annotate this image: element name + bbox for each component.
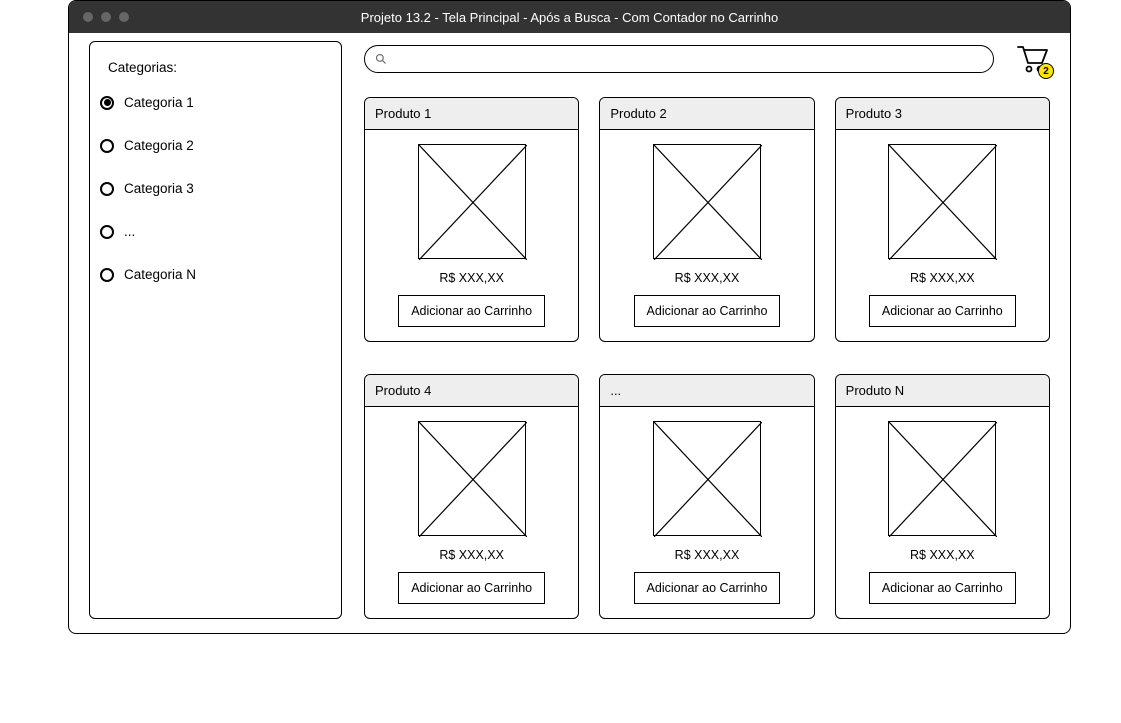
product-price: R$ XXX,XX [439, 548, 504, 562]
categories-sidebar: Categorias: Categoria 1 Categoria 2 Cate… [89, 41, 342, 619]
add-to-cart-button[interactable]: Adicionar ao Carrinho [634, 295, 781, 327]
product-name: Produto 4 [365, 375, 578, 407]
product-price: R$ XXX,XX [439, 271, 504, 285]
sidebar-title: Categorias: [108, 60, 331, 75]
radio-icon [100, 96, 114, 110]
category-label: Categoria N [124, 267, 196, 282]
product-price: R$ XXX,XX [910, 271, 975, 285]
product-image-placeholder [418, 144, 526, 259]
close-window-button[interactable] [83, 12, 93, 22]
product-grid-row-2: Produto 4 R$ XXX,XX Adicionar ao Carrinh… [364, 374, 1050, 619]
category-radio-ellipsis[interactable]: ... [100, 224, 331, 239]
cart-button[interactable]: 2 [1014, 41, 1050, 77]
product-body: R$ XXX,XX Adicionar ao Carrinho [600, 407, 813, 618]
traffic-lights [83, 12, 129, 22]
product-card: Produto 1 R$ XXX,XX Adicionar ao Carrinh… [364, 97, 579, 342]
product-card: Produto N R$ XXX,XX Adicionar ao Carrinh… [835, 374, 1050, 619]
search-field-wrap[interactable] [364, 45, 994, 73]
product-name: Produto 3 [836, 98, 1049, 130]
window-title: Projeto 13.2 - Tela Principal - Após a B… [69, 10, 1070, 25]
product-price: R$ XXX,XX [675, 271, 740, 285]
product-image-placeholder [653, 421, 761, 536]
category-radio-3[interactable]: Categoria 3 [100, 181, 331, 196]
product-image-placeholder [418, 421, 526, 536]
maximize-window-button[interactable] [119, 12, 129, 22]
product-body: R$ XXX,XX Adicionar ao Carrinho [600, 130, 813, 341]
radio-icon [100, 182, 114, 196]
product-grid-row-1: Produto 1 R$ XXX,XX Adicionar ao Carrinh… [364, 97, 1050, 342]
app-window: Projeto 13.2 - Tela Principal - Após a B… [68, 0, 1071, 634]
product-image-placeholder [653, 144, 761, 259]
product-card: Produto 3 R$ XXX,XX Adicionar ao Carrinh… [835, 97, 1050, 342]
product-image-placeholder [888, 421, 996, 536]
radio-icon [100, 139, 114, 153]
cart-count-badge: 2 [1038, 63, 1054, 79]
product-body: R$ XXX,XX Adicionar ao Carrinho [836, 130, 1049, 341]
product-price: R$ XXX,XX [910, 548, 975, 562]
add-to-cart-button[interactable]: Adicionar ao Carrinho [398, 572, 545, 604]
product-name: Produto N [836, 375, 1049, 407]
minimize-window-button[interactable] [101, 12, 111, 22]
category-label: Categoria 1 [124, 95, 194, 110]
category-label: Categoria 3 [124, 181, 194, 196]
category-radio-2[interactable]: Categoria 2 [100, 138, 331, 153]
top-row: 2 [364, 41, 1050, 77]
product-name: ... [600, 375, 813, 407]
product-body: R$ XXX,XX Adicionar ao Carrinho [365, 130, 578, 341]
add-to-cart-button[interactable]: Adicionar ao Carrinho [634, 572, 781, 604]
product-name: Produto 1 [365, 98, 578, 130]
search-icon [375, 53, 387, 65]
product-body: R$ XXX,XX Adicionar ao Carrinho [365, 407, 578, 618]
category-label: ... [124, 224, 135, 239]
category-radio-1[interactable]: Categoria 1 [100, 95, 331, 110]
product-card: ... R$ XXX,XX Adicionar ao Carrinho [599, 374, 814, 619]
search-input[interactable] [393, 52, 983, 67]
radio-icon [100, 268, 114, 282]
category-radio-n[interactable]: Categoria N [100, 267, 331, 282]
product-body: R$ XXX,XX Adicionar ao Carrinho [836, 407, 1049, 618]
titlebar: Projeto 13.2 - Tela Principal - Após a B… [69, 1, 1070, 33]
product-card: Produto 2 R$ XXX,XX Adicionar ao Carrinh… [599, 97, 814, 342]
radio-icon [100, 225, 114, 239]
category-label: Categoria 2 [124, 138, 194, 153]
product-card: Produto 4 R$ XXX,XX Adicionar ao Carrinh… [364, 374, 579, 619]
product-image-placeholder [888, 144, 996, 259]
main-content: 2 Produto 1 R$ XXX,XX Adicionar ao Carri… [364, 41, 1050, 619]
window-body: Categorias: Categoria 1 Categoria 2 Cate… [69, 33, 1070, 633]
add-to-cart-button[interactable]: Adicionar ao Carrinho [869, 295, 1016, 327]
add-to-cart-button[interactable]: Adicionar ao Carrinho [869, 572, 1016, 604]
add-to-cart-button[interactable]: Adicionar ao Carrinho [398, 295, 545, 327]
product-price: R$ XXX,XX [675, 548, 740, 562]
product-name: Produto 2 [600, 98, 813, 130]
